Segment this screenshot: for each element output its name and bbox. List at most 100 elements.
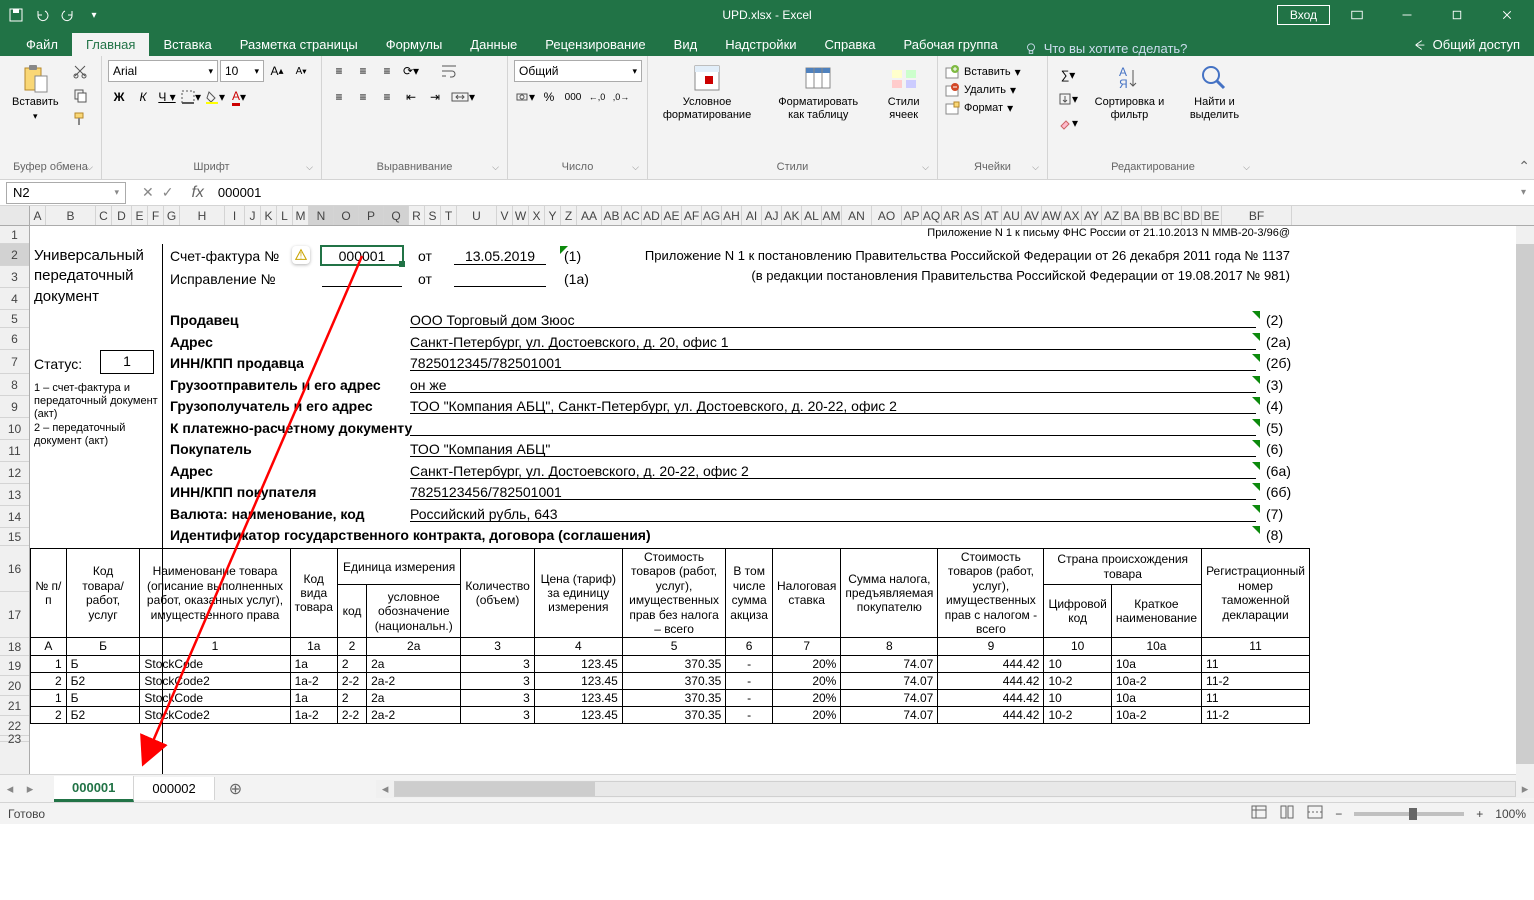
fx-icon[interactable]: fx <box>183 184 211 202</box>
row-header[interactable]: 14 <box>0 506 29 528</box>
column-header[interactable]: U <box>457 206 497 225</box>
column-header[interactable]: N <box>309 206 334 225</box>
column-header[interactable]: AW <box>1042 206 1062 225</box>
formula-input[interactable] <box>212 185 1513 200</box>
cut-icon[interactable] <box>69 60 91 82</box>
insert-cells-button[interactable]: Вставить ▾ <box>944 64 1021 80</box>
tab-review[interactable]: Рецензирование <box>531 33 659 56</box>
column-header[interactable]: F <box>148 206 164 225</box>
column-header[interactable]: AK <box>782 206 802 225</box>
worksheet-grid[interactable]: 1234567891011121314151617181920212223 Ун… <box>0 226 1534 774</box>
align-right-icon[interactable]: ≡ <box>376 86 398 108</box>
close-icon[interactable] <box>1484 0 1530 30</box>
align-bottom-icon[interactable]: ≡ <box>376 60 398 82</box>
column-header[interactable]: J <box>245 206 261 225</box>
cancel-formula-icon[interactable]: ✕ <box>142 184 154 201</box>
new-sheet-icon[interactable]: ⊕ <box>215 779 256 799</box>
vertical-scrollbar[interactable] <box>1516 226 1534 786</box>
increase-indent-icon[interactable]: ⇥ <box>424 86 446 108</box>
column-header[interactable]: AJ <box>762 206 782 225</box>
row-header[interactable]: 18 <box>0 638 29 656</box>
trace-error-icon[interactable]: ! <box>292 246 310 264</box>
format-cells-button[interactable]: Формат ▾ <box>944 100 1013 116</box>
login-button[interactable]: Вход <box>1277 5 1330 25</box>
collapse-ribbon-icon[interactable]: ⌃ <box>1518 158 1530 175</box>
column-header[interactable]: AD <box>642 206 662 225</box>
row-header[interactable]: 15 <box>0 528 29 546</box>
fill-color-icon[interactable]: ▾ <box>204 86 226 108</box>
column-header[interactable]: D <box>112 206 132 225</box>
column-header[interactable]: AZ <box>1102 206 1122 225</box>
view-normal-icon[interactable] <box>1251 805 1267 822</box>
decrease-font-icon[interactable]: A▾ <box>290 60 312 82</box>
column-header[interactable]: W <box>513 206 529 225</box>
share-button[interactable]: Общий доступ <box>1399 33 1534 56</box>
column-header[interactable]: AH <box>722 206 742 225</box>
column-header[interactable]: AA <box>577 206 602 225</box>
column-header[interactable]: C <box>96 206 112 225</box>
column-header[interactable]: AP <box>902 206 922 225</box>
column-header[interactable]: AI <box>742 206 762 225</box>
tab-insert[interactable]: Вставка <box>149 33 225 56</box>
column-header[interactable]: T <box>441 206 457 225</box>
column-header[interactable]: B <box>46 206 96 225</box>
format-as-table-button[interactable]: Форматировать как таблицу <box>764 60 872 124</box>
select-all-corner[interactable] <box>0 206 30 225</box>
column-header[interactable]: O <box>334 206 359 225</box>
clear-icon[interactable]: ▾ <box>1054 112 1082 134</box>
column-header[interactable]: X <box>529 206 545 225</box>
border-icon[interactable]: ▾ <box>180 86 202 108</box>
decrease-indent-icon[interactable]: ⇤ <box>400 86 422 108</box>
column-header[interactable]: AX <box>1062 206 1082 225</box>
row-header[interactable]: 16 <box>0 546 29 592</box>
row-header[interactable]: 9 <box>0 396 29 418</box>
row-header[interactable]: 12 <box>0 462 29 484</box>
column-header[interactable]: L <box>277 206 293 225</box>
align-center-icon[interactable]: ≡ <box>352 86 374 108</box>
redo-icon[interactable] <box>56 3 80 27</box>
align-top-icon[interactable]: ≡ <box>328 60 350 82</box>
column-header[interactable]: AF <box>682 206 702 225</box>
column-header[interactable]: AO <box>872 206 902 225</box>
column-header[interactable]: A <box>30 206 46 225</box>
align-middle-icon[interactable]: ≡ <box>352 60 374 82</box>
column-header[interactable]: AC <box>622 206 642 225</box>
name-box[interactable]: N2▾ <box>6 182 126 204</box>
column-header[interactable]: BE <box>1202 206 1222 225</box>
column-header[interactable]: AS <box>962 206 982 225</box>
column-header[interactable]: BD <box>1182 206 1202 225</box>
column-header[interactable]: M <box>293 206 309 225</box>
merge-center-icon[interactable]: ▾ <box>448 86 478 108</box>
bold-icon[interactable]: Ж <box>108 86 130 108</box>
fill-icon[interactable]: ▾ <box>1054 88 1082 110</box>
column-header[interactable]: AT <box>982 206 1002 225</box>
column-header[interactable]: AR <box>942 206 962 225</box>
column-header[interactable]: V <box>497 206 513 225</box>
column-header[interactable]: BF <box>1222 206 1292 225</box>
tab-help[interactable]: Справка <box>811 33 890 56</box>
ribbon-display-icon[interactable] <box>1334 0 1380 30</box>
underline-icon[interactable]: Ч ▾ <box>156 86 178 108</box>
minimize-icon[interactable] <box>1384 0 1430 30</box>
undo-icon[interactable] <box>30 3 54 27</box>
column-header[interactable]: I <box>225 206 245 225</box>
column-header[interactable]: P <box>359 206 384 225</box>
conditional-formatting-button[interactable]: Условное форматирование <box>654 60 760 124</box>
percent-icon[interactable]: % <box>538 86 560 108</box>
horizontal-scrollbar[interactable]: ◂ ▸ <box>376 780 1534 798</box>
format-painter-icon[interactable] <box>69 108 91 130</box>
column-header[interactable]: K <box>261 206 277 225</box>
wrap-text-icon[interactable] <box>434 60 464 82</box>
cell-styles-button[interactable]: Стили ячеек <box>876 60 931 124</box>
find-select-button[interactable]: Найти и выделить <box>1177 60 1252 124</box>
tell-me-box[interactable]: Что вы хотите сделать? <box>1012 41 1200 56</box>
column-header[interactable]: R <box>409 206 425 225</box>
column-header[interactable]: Q <box>384 206 409 225</box>
row-header[interactable]: 1 <box>0 226 29 244</box>
customize-qa-icon[interactable]: ▾ <box>82 3 106 27</box>
increase-font-icon[interactable]: A▴ <box>266 60 288 82</box>
column-header[interactable]: AQ <box>922 206 942 225</box>
column-header[interactable]: BB <box>1142 206 1162 225</box>
column-header[interactable]: G <box>164 206 180 225</box>
zoom-in-icon[interactable]: + <box>1476 807 1483 821</box>
